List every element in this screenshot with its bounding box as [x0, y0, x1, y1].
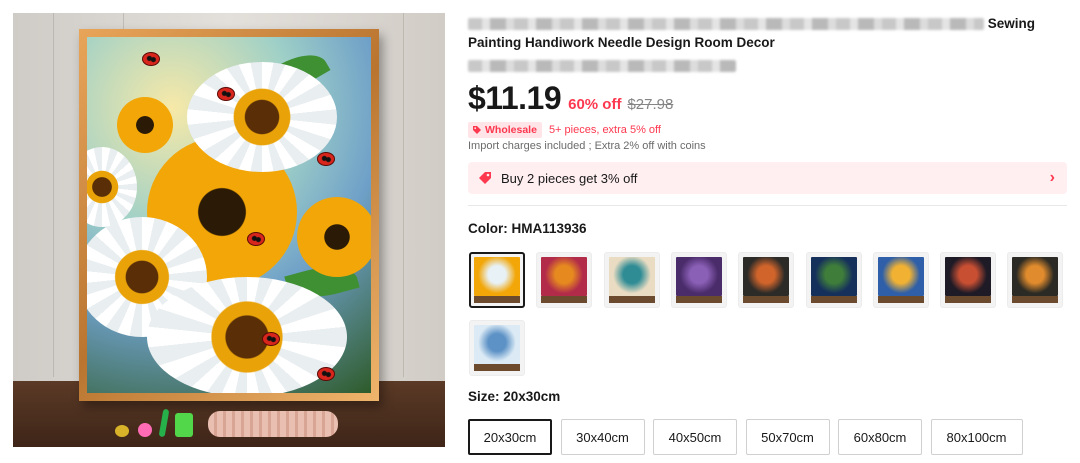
painting-frame: [79, 29, 379, 401]
color-swatch-dark-mandala-thumb[interactable]: [738, 252, 795, 308]
swatch-base: [474, 296, 520, 303]
color-swatch-blue-iris-thumb[interactable]: [805, 252, 862, 308]
discount-badge: 60% off: [568, 96, 622, 113]
size-option-60x80cm[interactable]: 60x80cm: [838, 419, 922, 455]
mandala-cream-thumb-icon: [608, 257, 655, 297]
product-title-line1: Sewing: [468, 14, 1068, 33]
divider: [468, 205, 1067, 206]
daisy-shape: [187, 62, 337, 172]
color-swatch-white-hibiscus-thumb[interactable]: [469, 320, 525, 376]
ladybug-icon: [217, 87, 235, 101]
promo-text: Buy 2 pieces get 3% off: [501, 170, 638, 186]
ladybug-icon: [317, 152, 335, 166]
size-option-50x70cm[interactable]: 50x70cm: [745, 419, 830, 455]
product-title-line2: Painting Handiwork Needle Design Room De…: [468, 35, 775, 50]
swatch-base: [743, 296, 790, 303]
color-swatch-mandala-cream-thumb[interactable]: [603, 252, 660, 308]
scissors-icon: [175, 413, 193, 437]
painting-canvas: [87, 37, 371, 393]
swatch-base: [474, 364, 520, 371]
swatch-base: [675, 296, 722, 303]
promo-banner[interactable]: Buy 2 pieces get 3% off ›: [468, 162, 1067, 194]
daisy-shape: [87, 147, 137, 227]
wall-plank-line: [53, 13, 54, 377]
wholesale-tag[interactable]: Wholesale: [468, 122, 542, 138]
chevron-right-icon: ›: [1049, 169, 1055, 186]
price-block: $11.19 60% off $27.98: [468, 80, 673, 117]
color-swatch-sunflower-ladybug-thumb[interactable]: [469, 252, 525, 308]
white-hibiscus-thumb-icon: [474, 325, 520, 365]
blurred-text: [468, 60, 736, 73]
dark-mandala-thumb-icon: [743, 257, 790, 297]
sunflower-shape: [117, 97, 173, 153]
wholesale-text: 5+ pieces, extra 5% off: [548, 124, 661, 136]
sunflower-shape: [297, 197, 371, 277]
product-subtitle-blurred: [468, 56, 1068, 75]
night-floral-thumb-icon: [945, 257, 992, 297]
wall-plank-line: [403, 13, 404, 377]
price-tag-icon: [479, 172, 491, 184]
thread-skein-icon: [208, 411, 338, 437]
ladybug-icon: [262, 332, 280, 346]
blurred-text: [468, 18, 984, 31]
blue-iris-thumb-icon: [810, 257, 857, 297]
color-swatch-bee-sky-thumb[interactable]: [872, 252, 929, 308]
current-price: $11.19: [468, 80, 562, 116]
wholesale-row: Wholesale 5+ pieces, extra 5% off: [468, 122, 661, 138]
swatch-base: [541, 296, 588, 303]
purple-floral-thumb-icon: [675, 257, 722, 297]
color-swatch-flower-bouquet-thumb[interactable]: [536, 252, 593, 308]
ladybug-icon: [142, 52, 160, 66]
title-visible-word: Sewing: [987, 16, 1036, 31]
import-charges-note: Import charges included ; Extra 2% off w…: [468, 140, 706, 152]
size-option-80x100cm[interactable]: 80x100cm: [930, 419, 1023, 455]
wholesale-tag-label: Wholesale: [485, 124, 537, 136]
tag-icon: [473, 126, 481, 134]
color-swatch-folk-floral-thumb[interactable]: [1007, 252, 1064, 308]
pin-cushion-icon: [138, 423, 152, 437]
sunflower-ladybug-thumb-icon: [474, 257, 520, 297]
swatch-base: [810, 296, 857, 303]
swatch-base: [608, 296, 655, 303]
thimble-icon: [115, 425, 129, 437]
color-swatch-purple-floral-thumb[interactable]: [670, 252, 727, 308]
flower-bouquet-thumb-icon: [541, 257, 588, 297]
product-title: Sewing Painting Handiwork Needle Design …: [468, 14, 1068, 75]
ladybug-icon: [247, 232, 265, 246]
original-price: $27.98: [627, 96, 674, 113]
swatch-base: [1012, 296, 1059, 303]
swatch-base: [945, 296, 992, 303]
swatch-base: [877, 296, 924, 303]
folk-floral-thumb-icon: [1012, 257, 1059, 297]
color-swatch-night-floral-thumb[interactable]: [940, 252, 997, 308]
ladybug-icon: [317, 367, 335, 381]
product-main-image[interactable]: [13, 13, 445, 447]
bee-sky-thumb-icon: [877, 257, 924, 297]
size-label: Size: 20x30cm: [468, 389, 561, 404]
size-option-20x30cm[interactable]: 20x30cm: [468, 419, 552, 455]
size-option-30x40cm[interactable]: 30x40cm: [560, 419, 645, 455]
color-label: Color: HMA113936: [468, 221, 587, 236]
size-option-40x50cm[interactable]: 40x50cm: [653, 419, 737, 455]
